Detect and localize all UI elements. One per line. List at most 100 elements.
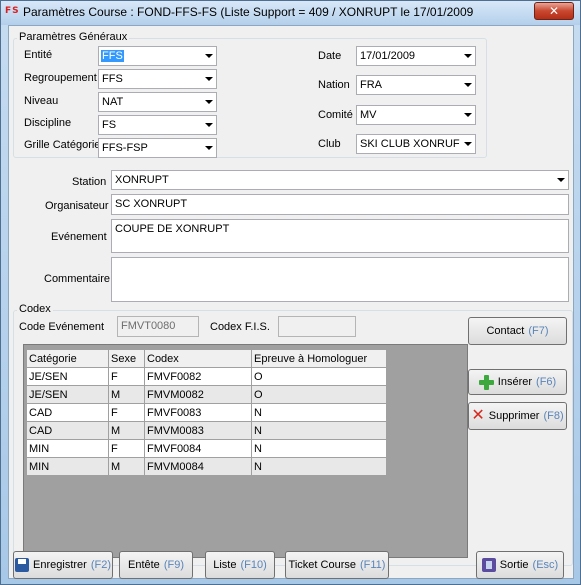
cell-sexe[interactable]: F <box>108 403 145 422</box>
contact-button[interactable]: Contact (F7) <box>468 317 567 345</box>
save-disk-icon <box>15 558 30 572</box>
liste-shortcut: (F10) <box>240 559 267 571</box>
cell-codex[interactable]: FMVM0082 <box>144 385 252 404</box>
contact-shortcut: (F7) <box>528 325 549 337</box>
club-label: Club <box>318 138 341 150</box>
cell-sexe[interactable]: F <box>108 367 145 386</box>
enregistrer-button[interactable]: Enregistrer (F2) <box>13 551 113 579</box>
chevron-down-icon <box>464 113 472 117</box>
nation-value: FRA <box>360 79 382 91</box>
table-row[interactable]: JE/SEN F FMVF0082 O <box>26 367 387 386</box>
supprimer-button[interactable]: ✕ Supprimer (F8) <box>468 402 567 430</box>
chevron-down-icon <box>557 178 565 182</box>
cell-codex[interactable]: FMVM0084 <box>144 457 252 476</box>
column-header-epreuve[interactable]: Epreuve à Homologuer <box>251 349 387 368</box>
chevron-down-icon <box>205 100 213 104</box>
close-button[interactable]: ✕ <box>534 2 574 20</box>
codex-grid[interactable]: Catégorie Sexe Codex Epreuve à Homologue… <box>23 344 468 558</box>
entite-select[interactable]: FFS <box>98 46 217 66</box>
column-header-categorie[interactable]: Catégorie <box>26 349 109 368</box>
date-picker[interactable]: 17/01/2009 <box>356 46 476 66</box>
cell-sexe[interactable]: F <box>108 439 145 458</box>
inserer-button-label: Insérer <box>497 376 533 388</box>
supprimer-button-label: Supprimer <box>488 410 540 422</box>
cell-categorie[interactable]: JE/SEN <box>26 385 109 404</box>
discipline-select[interactable]: FS <box>98 115 217 135</box>
commentaire-input[interactable] <box>111 257 569 302</box>
nation-label: Nation <box>318 79 350 91</box>
column-header-codex[interactable]: Codex <box>144 349 252 368</box>
ticket-course-shortcut: (F11) <box>359 559 386 571</box>
station-select[interactable]: XONRUPT <box>111 170 569 190</box>
comite-select[interactable]: MV <box>356 105 476 125</box>
enregistrer-shortcut: (F2) <box>90 559 111 571</box>
grille-categorie-select[interactable]: FFS-FSP <box>98 138 217 158</box>
chevron-down-icon <box>205 123 213 127</box>
regroupement-value: FFS <box>102 73 123 85</box>
cell-epreuve[interactable]: N <box>251 421 387 440</box>
cell-sexe[interactable]: M <box>108 421 145 440</box>
cell-categorie[interactable]: MIN <box>26 457 109 476</box>
contact-button-label: Contact <box>486 325 525 337</box>
table-header-row: Catégorie Sexe Codex Epreuve à Homologue… <box>26 349 387 368</box>
cell-codex[interactable]: FMVF0082 <box>144 367 252 386</box>
title-bar[interactable]: FS Paramètres Course : FOND-FFS-FS (List… <box>1 1 580 25</box>
organisateur-input[interactable]: SC XONRUPT <box>111 194 569 215</box>
app-icon: FS <box>5 6 20 16</box>
inserer-button[interactable]: Insérer (F6) <box>468 369 567 395</box>
table-row[interactable]: MIN F FMVF0084 N <box>26 439 387 458</box>
chevron-down-icon <box>464 83 472 87</box>
entite-value: FFS <box>101 50 124 62</box>
cell-sexe[interactable]: M <box>108 457 145 476</box>
commentaire-label: Commentaire <box>44 273 111 285</box>
exit-door-icon <box>481 558 496 572</box>
date-label: Date <box>318 50 342 62</box>
evenement-input[interactable]: COUPE DE XONRUPT <box>111 219 569 253</box>
table-row[interactable]: MIN M FMVM0084 N <box>26 457 387 476</box>
entete-button[interactable]: Entête (F9) <box>119 551 193 579</box>
code-evenement-label: Code Evénement <box>19 321 104 333</box>
codex-fis-field[interactable] <box>278 316 356 337</box>
sortie-button[interactable]: Sortie (Esc) <box>476 551 564 579</box>
cell-categorie[interactable]: MIN <box>26 439 109 458</box>
column-header-sexe[interactable]: Sexe <box>108 349 145 368</box>
chevron-down-icon <box>464 142 472 146</box>
entete-shortcut: (F9) <box>163 559 184 571</box>
cell-epreuve[interactable]: O <box>251 367 387 386</box>
station-value: XONRUPT <box>115 174 169 186</box>
cell-epreuve[interactable]: N <box>251 403 387 422</box>
nation-select[interactable]: FRA <box>356 75 476 95</box>
supprimer-shortcut: (F8) <box>543 410 564 422</box>
regroupement-select[interactable]: FFS <box>98 69 217 89</box>
table-row[interactable]: CAD F FMVF0083 N <box>26 403 387 422</box>
cell-categorie[interactable]: CAD <box>26 403 109 422</box>
window-title: Paramètres Course : FOND-FFS-FS (Liste S… <box>23 5 474 19</box>
cell-categorie[interactable]: JE/SEN <box>26 367 109 386</box>
ticket-course-button[interactable]: Ticket Course (F11) <box>285 551 389 579</box>
cell-epreuve[interactable]: N <box>251 439 387 458</box>
code-evenement-field: FMVT0080 <box>117 316 199 337</box>
entete-button-label: Entête <box>128 559 160 571</box>
evenement-value: COUPE DE XONRUPT <box>115 223 230 235</box>
code-evenement-value: FMVT0080 <box>121 320 176 332</box>
cell-sexe[interactable]: M <box>108 385 145 404</box>
cell-epreuve[interactable]: N <box>251 457 387 476</box>
organisateur-value: SC XONRUPT <box>115 198 188 210</box>
cell-epreuve[interactable]: O <box>251 385 387 404</box>
table-row[interactable]: JE/SEN M FMVM0082 O <box>26 385 387 404</box>
cell-codex[interactable]: FMVM0083 <box>144 421 252 440</box>
discipline-value: FS <box>102 119 117 131</box>
club-select[interactable]: SKI CLUB XONRUF <box>356 134 476 154</box>
inserer-shortcut: (F6) <box>536 376 557 388</box>
niveau-label: Niveau <box>24 95 59 107</box>
cell-codex[interactable]: FMVF0084 <box>144 439 252 458</box>
comite-label: Comité <box>318 109 353 121</box>
liste-button[interactable]: Liste (F10) <box>205 551 275 579</box>
cell-codex[interactable]: FMVF0083 <box>144 403 252 422</box>
entite-label: Entité <box>24 49 53 61</box>
cell-categorie[interactable]: CAD <box>26 421 109 440</box>
enregistrer-button-label: Enregistrer <box>33 559 87 571</box>
table-row[interactable]: CAD M FMVM0083 N <box>26 421 387 440</box>
niveau-select[interactable]: NAT <box>98 92 217 112</box>
regroupement-label: Regroupement <box>24 72 97 84</box>
